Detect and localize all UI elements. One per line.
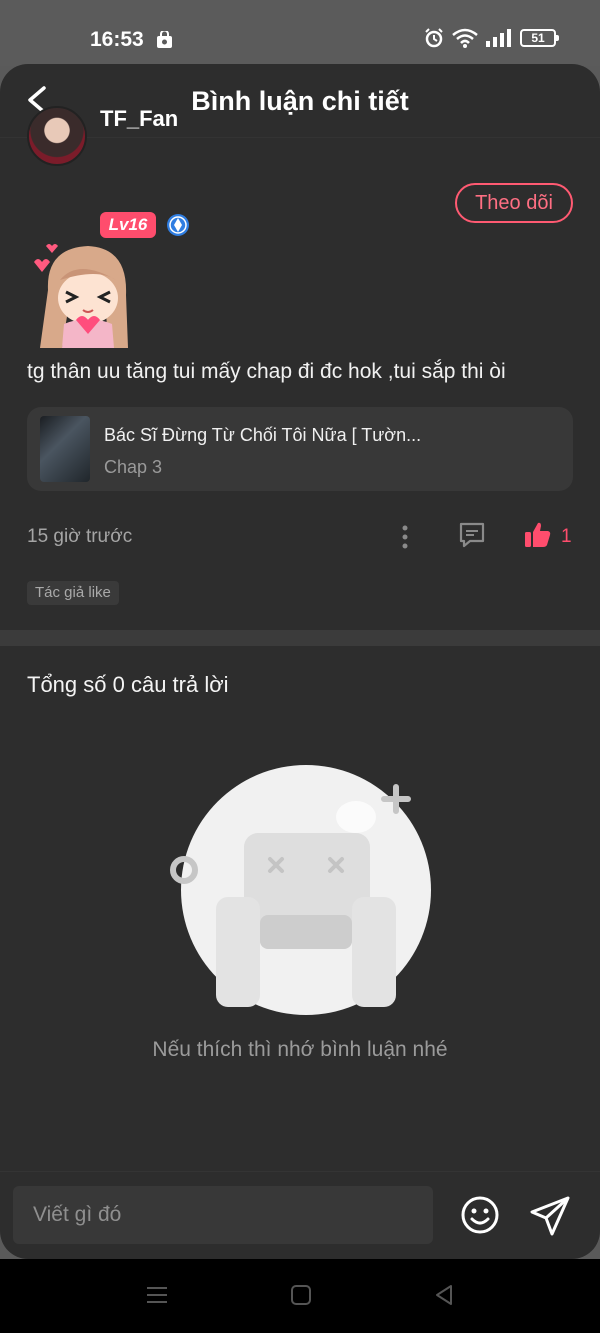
status-icons: 51 <box>424 28 559 48</box>
avatar[interactable] <box>27 106 87 166</box>
comment-text: tg thân uu tăng tui mấy chap đi đc hok ,… <box>27 360 506 383</box>
level-badge: Lv16 <box>100 212 156 238</box>
follow-button[interactable]: Theo dõi <box>455 183 573 223</box>
smiley-icon[interactable] <box>460 1195 500 1235</box>
story-card[interactable]: Bác Sĩ Đừng Từ Chối Tôi Nữa [ Tườn... Ch… <box>27 407 573 491</box>
header: Bình luận chi tiết <box>0 64 600 138</box>
reply-icon[interactable] <box>458 521 486 549</box>
anime-girl-sticker <box>34 244 128 348</box>
alarm-icon <box>425 28 443 48</box>
total-replies-label: Tổng số 0 câu trả lời <box>27 672 229 697</box>
author-like-tag: Tác giả like <box>27 581 119 605</box>
username[interactable]: TF_Fan <box>100 106 178 132</box>
comment-input[interactable] <box>13 1186 433 1244</box>
menu-icon[interactable] <box>145 1283 169 1307</box>
thumbs-up-icon[interactable] <box>524 521 552 549</box>
empty-sofa-illustration <box>170 765 431 1015</box>
status-bar: 16:53 51 <box>0 0 600 66</box>
story-chapter: Chap 3 <box>104 457 163 477</box>
battery-indicator: 51 <box>520 29 559 47</box>
story-thumbnail <box>40 416 90 482</box>
back-triangle-icon[interactable] <box>432 1283 456 1307</box>
shopping-bag-icon <box>157 31 172 48</box>
verified-icon <box>167 214 189 236</box>
comment-timestamp: 15 giờ trước <box>27 526 133 547</box>
home-square-icon[interactable] <box>289 1283 313 1307</box>
more-vertical-icon[interactable] <box>398 524 412 550</box>
section-divider <box>0 630 600 646</box>
story-title: Bác Sĩ Đừng Từ Chối Tôi Nữa [ Tườn... <box>104 425 422 445</box>
system-nav-bar <box>0 1259 600 1333</box>
status-time: 16:53 <box>90 28 144 51</box>
signal-icon <box>486 29 511 47</box>
like-count: 1 <box>561 526 572 547</box>
empty-replies-message: Nếu thích thì nhớ bình luận nhé <box>152 1038 448 1061</box>
wifi-icon <box>452 28 478 48</box>
send-icon[interactable] <box>528 1194 572 1238</box>
page-title: Bình luận chi tiết <box>191 86 409 116</box>
comment-input-bar <box>0 1171 600 1259</box>
